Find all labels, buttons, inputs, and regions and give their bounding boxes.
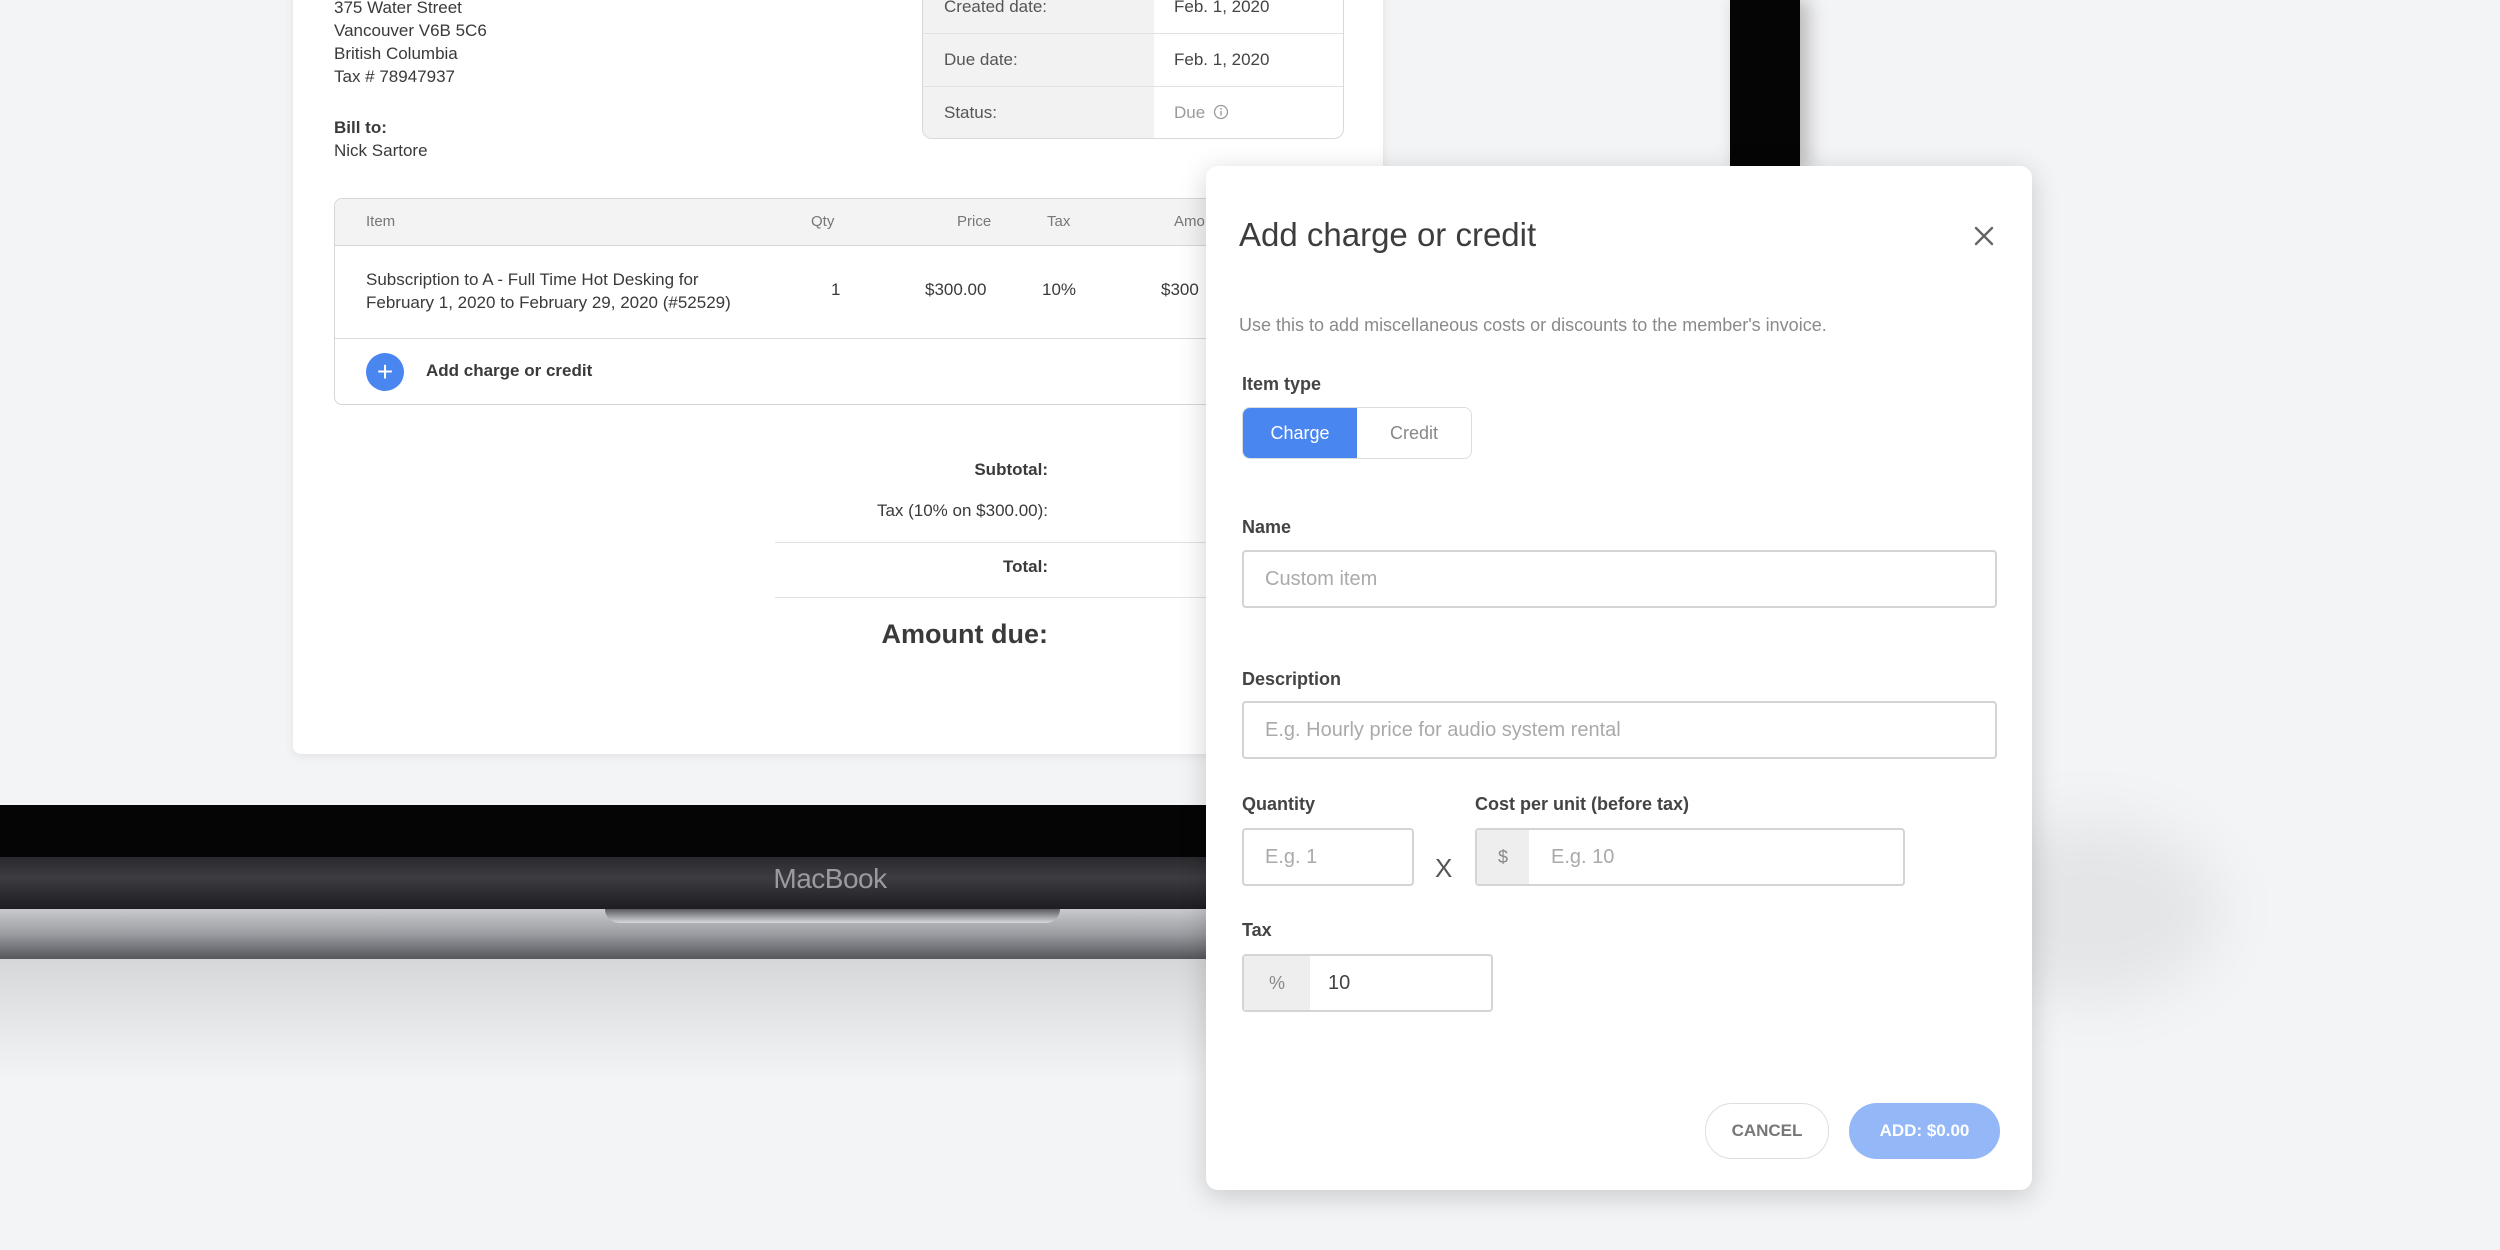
- table-row: Subscription to A - Full Time Hot Deskin…: [335, 246, 1335, 339]
- amount-due-label: Amount due:: [881, 619, 1048, 649]
- name-input[interactable]: Custom item: [1242, 550, 1997, 608]
- table-header: Item Qty Price Tax Amo: [335, 199, 1335, 246]
- tax-number: Tax # 78947937: [334, 67, 455, 86]
- close-icon[interactable]: [1966, 218, 2002, 254]
- description-label: Description: [1242, 669, 1342, 689]
- multiply-sign: X: [1435, 853, 1453, 883]
- meta-row-due: Due date: Feb. 1, 2020: [923, 34, 1343, 87]
- dollar-addon: $: [1477, 830, 1529, 884]
- status-text: Due: [1174, 103, 1206, 122]
- invoice-meta-table: Created date: Feb. 1, 2020 Due date: Feb…: [922, 0, 1344, 139]
- column-header-amount: Amo: [1174, 213, 1205, 230]
- modal-subtitle: Use this to add miscellaneous costs or d…: [1239, 315, 1827, 335]
- subtotal-label: Subtotal:: [974, 460, 1048, 479]
- column-header-item: Item: [366, 213, 396, 230]
- item-type-label: Item type: [1242, 374, 1322, 394]
- add-charge-modal: Add charge or credit Use this to add mis…: [1206, 166, 2032, 1190]
- modal-title: Add charge or credit: [1239, 216, 1537, 253]
- tax-label: Tax: [1242, 920, 1272, 940]
- laptop-hinge: [0, 857, 1300, 909]
- plus-icon[interactable]: +: [366, 353, 404, 391]
- cost-placeholder: E.g. 10: [1551, 846, 1615, 868]
- address-line: Vancouver V6B 5C6: [334, 21, 487, 40]
- cost-label: Cost per unit (before tax): [1475, 794, 1690, 814]
- meta-row-created: Created date: Feb. 1, 2020: [923, 0, 1343, 34]
- laptop-screen-bezel: [1730, 0, 1800, 170]
- description-input[interactable]: E.g. Hourly price for audio system renta…: [1242, 701, 1997, 759]
- tax-value: 10: [1328, 972, 1351, 994]
- tax-input[interactable]: % 10: [1242, 954, 1493, 1012]
- item-description: Subscription to A - Full Time Hot Deskin…: [366, 268, 731, 314]
- divider: [775, 597, 1255, 598]
- add-charge-row[interactable]: + Add charge or credit: [335, 339, 1335, 403]
- laptop-bottom-bezel: [0, 805, 1300, 857]
- laptop-notch: [605, 909, 1060, 923]
- column-header-qty: Qty: [811, 213, 835, 230]
- line-items-table: Item Qty Price Tax Amo Subscription to A…: [334, 198, 1336, 405]
- item-line: Subscription to A - Full Time Hot Deskin…: [366, 270, 699, 289]
- total-label: Total:: [1002, 557, 1048, 576]
- item-type-toggle: Charge Credit: [1242, 407, 1472, 459]
- divider: [775, 542, 1255, 543]
- meta-value: Feb. 1, 2020: [1174, 50, 1270, 69]
- meta-label: Created date:: [923, 0, 1154, 33]
- column-header-price: Price: [957, 213, 992, 230]
- company-address: 375 Water Street Vancouver V6B 5C6 Briti…: [334, 0, 487, 88]
- status-value: Due: [1154, 87, 1343, 138]
- info-icon[interactable]: [1213, 104, 1229, 120]
- name-label: Name: [1242, 517, 1292, 537]
- bill-to-label: Bill to:: [334, 118, 387, 137]
- charge-option[interactable]: Charge: [1243, 408, 1357, 458]
- item-tax: 10%: [1042, 280, 1077, 299]
- address-line: British Columbia: [334, 44, 458, 63]
- item-line: February 1, 2020 to February 29, 2020 (#…: [366, 293, 731, 312]
- laptop-shadow: [0, 959, 1300, 1079]
- item-qty: 1: [831, 280, 841, 299]
- percent-addon: %: [1244, 956, 1310, 1010]
- bill-to-name: Nick Sartore: [334, 141, 428, 160]
- meta-value: Feb. 1, 2020: [1174, 0, 1270, 16]
- quantity-label: Quantity: [1242, 794, 1316, 814]
- add-charge-link[interactable]: Add charge or credit: [426, 361, 592, 381]
- quantity-input[interactable]: E.g. 1: [1242, 828, 1414, 886]
- column-header-tax: Tax: [1047, 213, 1071, 230]
- credit-option[interactable]: Credit: [1357, 408, 1471, 458]
- meta-label: Status:: [923, 87, 1154, 138]
- meta-row-status: Status: Due: [923, 87, 1343, 138]
- item-price: $300.00: [925, 280, 987, 299]
- meta-label: Due date:: [923, 34, 1154, 86]
- address-line: 375 Water Street: [334, 0, 462, 17]
- cost-input[interactable]: $ E.g. 10: [1475, 828, 1905, 886]
- macbook-logo: MacBook: [773, 863, 887, 894]
- cancel-button[interactable]: CANCEL: [1705, 1103, 1829, 1159]
- add-button[interactable]: ADD: $0.00: [1849, 1103, 2000, 1159]
- item-amount: $300: [1161, 280, 1199, 299]
- tax-summary-label: Tax (10% on $300.00):: [876, 501, 1048, 520]
